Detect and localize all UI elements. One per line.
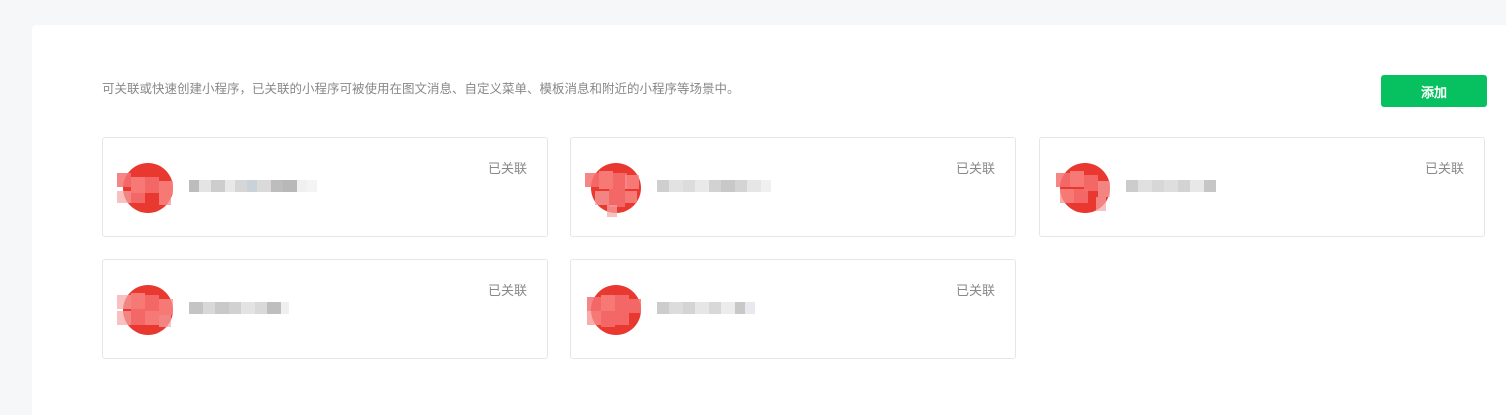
mini-program-name-redacted	[1126, 176, 1216, 196]
mini-program-avatar	[117, 163, 173, 213]
mini-program-name-redacted	[657, 176, 771, 196]
mini-program-name-redacted	[189, 298, 289, 318]
mini-program-avatar	[1056, 163, 1110, 213]
mini-program-name-redacted	[189, 176, 317, 196]
status-label: 已关联	[487, 162, 527, 177]
mini-program-avatar	[587, 285, 641, 335]
mini-program-panel: 可关联或快速创建小程序，已关联的小程序可被使用在图文消息、自定义菜单、模板消息和…	[32, 25, 1506, 415]
status-label: 已关联	[955, 284, 995, 299]
mini-program-card[interactable]: 已关联	[102, 137, 548, 237]
status-label: 已关联	[1424, 162, 1464, 177]
status-label: 已关联	[487, 284, 527, 299]
mini-program-card[interactable]: 已关联	[102, 259, 548, 359]
mini-program-card[interactable]: 已关联	[1039, 137, 1485, 237]
page-description: 可关联或快速创建小程序，已关联的小程序可被使用在图文消息、自定义菜单、模板消息和…	[102, 81, 740, 96]
mini-program-name-redacted	[657, 298, 755, 318]
mini-program-card[interactable]: 已关联	[570, 137, 1016, 237]
mini-program-avatar	[585, 163, 641, 217]
status-label: 已关联	[955, 162, 995, 177]
add-mini-program-button[interactable]: 添加	[1381, 75, 1487, 107]
mini-program-avatar	[117, 285, 173, 335]
mini-program-card[interactable]: 已关联	[570, 259, 1016, 359]
